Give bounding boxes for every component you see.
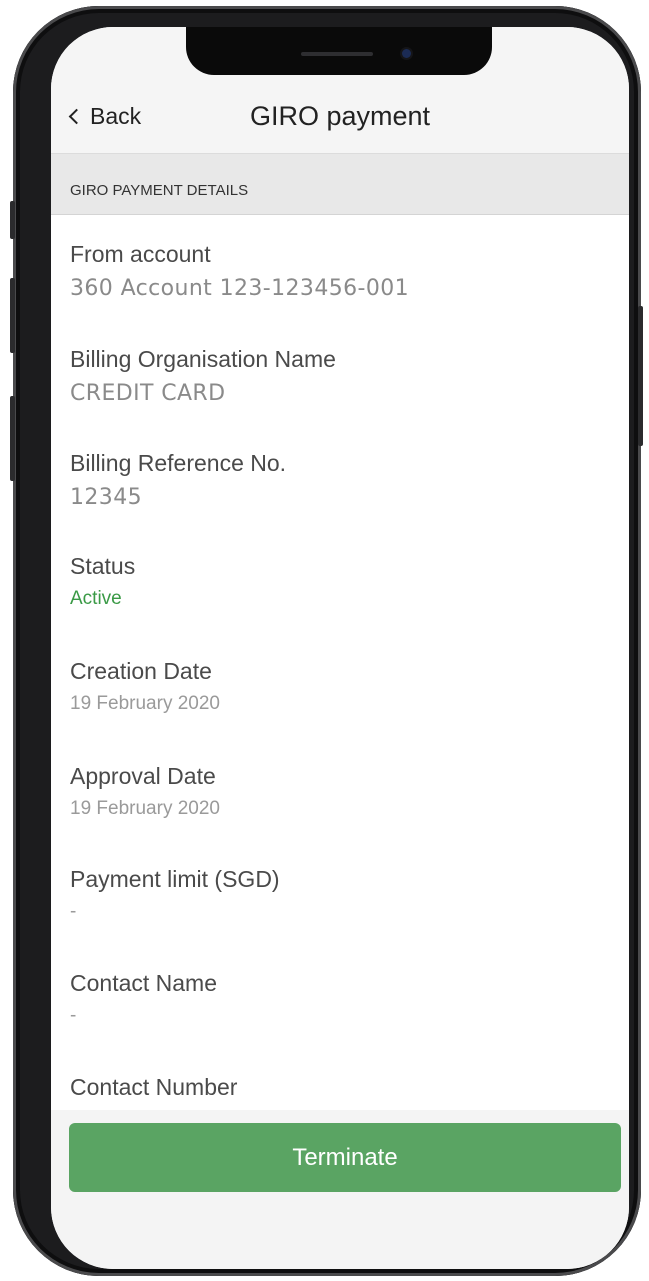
terminate-button[interactable]: Terminate <box>69 1123 621 1192</box>
field-status: Status Active <box>70 553 135 610</box>
field-creation-date: Creation Date 19 February 2020 <box>70 658 220 715</box>
field-billing-organisation: Billing Organisation Name CREDIT CARD <box>70 346 336 406</box>
field-label: Billing Organisation Name <box>70 346 336 372</box>
field-value: 19 February 2020 <box>70 798 220 819</box>
field-billing-reference: Billing Reference No. 12345 <box>70 450 286 510</box>
field-contact-name: Contact Name - <box>70 970 217 1027</box>
status-badge: Active <box>70 588 122 609</box>
side-button-power <box>638 306 643 446</box>
side-button-volume-up <box>10 278 15 353</box>
field-label: From account <box>70 241 211 267</box>
field-from-account: From account 360 Account 123-123456-001 <box>70 241 409 301</box>
field-label: Contact Number <box>70 1074 238 1100</box>
field-value: CREDIT CARD <box>70 381 226 406</box>
field-payment-limit: Payment limit (SGD) - <box>70 866 280 923</box>
field-label: Payment limit (SGD) <box>70 866 280 892</box>
field-label: Billing Reference No. <box>70 450 287 476</box>
field-value: - <box>70 1005 77 1026</box>
field-value: 12345 <box>70 485 142 510</box>
field-value: 19 February 2020 <box>70 693 220 714</box>
section-title: GIRO PAYMENT DETAILS <box>70 182 249 199</box>
side-button-silent <box>10 201 15 239</box>
field-approval-date: Approval Date 19 February 2020 <box>70 763 220 820</box>
field-value: - <box>70 901 77 922</box>
phone-frame: Back GIRO payment GIRO PAYMENT DETAILS F… <box>10 6 643 1276</box>
field-label: Status <box>70 553 136 579</box>
side-button-volume-down <box>10 396 15 481</box>
section-header: GIRO PAYMENT DETAILS <box>51 154 629 215</box>
field-label: Approval Date <box>70 763 216 789</box>
front-camera-icon <box>402 49 411 58</box>
page-title: GIRO payment <box>249 101 431 131</box>
field-label: Contact Name <box>70 970 218 996</box>
footer-bar: Terminate <box>51 1110 629 1269</box>
field-label: Creation Date <box>70 658 212 684</box>
notch <box>186 27 492 75</box>
screen: Back GIRO payment GIRO PAYMENT DETAILS F… <box>51 27 629 1269</box>
speaker-grille <box>301 52 373 56</box>
field-value: 360 Account 123-123456-001 <box>70 276 410 301</box>
